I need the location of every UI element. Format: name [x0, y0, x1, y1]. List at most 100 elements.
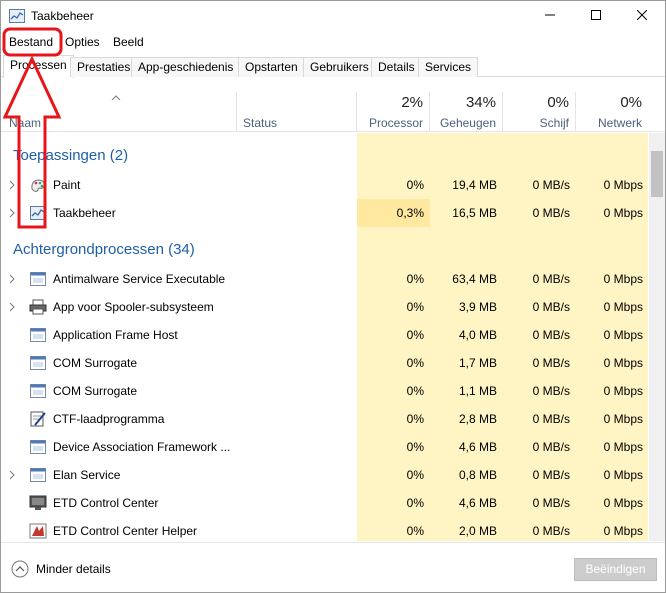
process-memory: 4,0 MB [458, 328, 497, 342]
process-cpu: 0% [406, 440, 424, 454]
process-disk: 0 MB/s [532, 300, 570, 314]
menu-view[interactable]: Beeld [113, 35, 144, 49]
process-network: 0 Mbps [603, 496, 643, 510]
tab-processes[interactable]: Processen [3, 55, 74, 78]
column-cpu[interactable]: 2% Processor [357, 92, 429, 132]
process-network: 0 Mbps [603, 468, 643, 482]
disk-label: Schijf [539, 116, 569, 130]
process-network: 0 Mbps [603, 440, 643, 454]
maximize-button[interactable] [573, 1, 619, 31]
process-row[interactable]: ETD Control Center 0% 4,6 MB 0 MB/s 0 Mbps [1, 489, 648, 517]
process-network: 0 Mbps [603, 524, 643, 538]
tab-services[interactable]: Services [418, 57, 479, 77]
process-cpu: 0% [406, 272, 424, 286]
end-task-button[interactable]: Beëindigen [574, 558, 657, 581]
etd-helper-icon [29, 523, 47, 539]
process-row[interactable]: COM Surrogate 0% 1,7 MB 0 MB/s 0 Mbps [1, 349, 648, 377]
process-disk: 0 MB/s [532, 496, 570, 510]
process-disk: 0 MB/s [532, 412, 570, 426]
disk-total: 0% [547, 94, 569, 111]
maximize-icon [591, 9, 601, 23]
process-row[interactable]: Device Association Framework ... 0% 4,6 MB… [1, 433, 648, 461]
window-title: Taakbeheer [31, 9, 94, 23]
service-window-icon [29, 439, 47, 455]
process-memory: 63,4 MB [452, 272, 497, 286]
process-disk: 0 MB/s [532, 468, 570, 482]
tab-startup[interactable]: Opstarten [238, 57, 305, 77]
close-icon [636, 9, 648, 23]
process-name: Elan Service [53, 468, 121, 482]
process-memory: 1,7 MB [458, 356, 497, 370]
chevron-right-icon[interactable] [9, 179, 15, 193]
tab-performance[interactable]: Prestaties [70, 57, 138, 77]
vertical-scrollbar[interactable] [649, 133, 665, 541]
menu-file[interactable]: Bestand [9, 35, 53, 49]
process-memory: 0,8 MB [458, 468, 497, 482]
process-cpu: 0% [406, 412, 424, 426]
process-memory: 16,5 MB [452, 206, 497, 220]
service-window-icon [29, 327, 47, 343]
process-cpu: 0% [406, 496, 424, 510]
process-memory: 2,0 MB [458, 524, 497, 538]
chevron-right-icon[interactable] [9, 273, 15, 287]
process-row[interactable]: Application Frame Host 0% 4,0 MB 0 MB/s 0 Mb… [1, 321, 648, 349]
process-cpu: 0% [406, 300, 424, 314]
process-list: Toepassingen (2) Paint 0% 19,4 MB 0 MB/s 0 Mb… [1, 133, 648, 541]
process-memory: 19,4 MB [452, 178, 497, 192]
task-manager-icon [9, 9, 25, 23]
menu-options[interactable]: Opties [65, 35, 100, 49]
process-network: 0 Mbps [603, 206, 643, 220]
task-manager-icon [29, 205, 47, 221]
group-title: Toepassingen (2) [13, 147, 129, 164]
cpu-label: Processor [368, 116, 423, 130]
process-cpu: 0% [406, 468, 424, 482]
title-bar[interactable]: Taakbeheer [1, 1, 665, 31]
column-memory[interactable]: 34% Geheugen [430, 92, 502, 132]
process-memory: 3,9 MB [458, 300, 497, 314]
column-name[interactable]: Naam [9, 116, 41, 130]
chevron-right-icon[interactable] [9, 207, 15, 221]
process-row[interactable]: Antimalware Service Executable 0% 63,4 MB 0… [1, 265, 648, 293]
chevron-up-circle-icon[interactable] [11, 560, 29, 581]
column-network[interactable]: 0% Netwerk [576, 92, 648, 132]
process-network: 0 Mbps [603, 412, 643, 426]
process-row[interactable]: Taakbeheer 0,3% 16,5 MB 0 MB/s 0 Mbps [1, 199, 648, 227]
column-status[interactable]: Status [243, 116, 277, 130]
scrollbar-thumb[interactable] [651, 151, 663, 197]
column-disk[interactable]: 0% Schijf [503, 92, 575, 132]
process-name: App voor Spooler-subsysteem [53, 300, 214, 314]
process-cpu: 0% [406, 356, 424, 370]
process-memory: 1,1 MB [458, 384, 497, 398]
process-name: CTF-laadprogramma [53, 412, 165, 426]
fewer-details-link[interactable]: Minder details [36, 562, 111, 576]
process-row[interactable]: App voor Spooler-subsysteem 0% 3,9 MB 0 MB/… [1, 293, 648, 321]
process-memory: 4,6 MB [458, 440, 497, 454]
process-disk: 0 MB/s [532, 206, 570, 220]
process-disk: 0 MB/s [532, 384, 570, 398]
process-network: 0 Mbps [603, 300, 643, 314]
process-disk: 0 MB/s [532, 356, 570, 370]
memory-total: 34% [465, 94, 496, 111]
process-network: 0 Mbps [603, 384, 643, 398]
process-row[interactable]: ETD Control Center Helper 0% 2,0 MB 0 MB/s 0… [1, 517, 648, 541]
tab-details[interactable]: Details [371, 57, 422, 77]
process-row[interactable]: COM Surrogate 0% 1,1 MB 0 MB/s 0 Mbps [1, 377, 648, 405]
tab-users[interactable]: Gebruikers [303, 57, 376, 77]
process-network: 0 Mbps [603, 356, 643, 370]
process-row[interactable]: Paint 0% 19,4 MB 0 MB/s 0 Mbps [1, 171, 648, 199]
close-button[interactable] [619, 1, 665, 31]
tab-bar: Processen Prestaties App-geschiedenis Op… [1, 55, 665, 78]
tab-app-history[interactable]: App-geschiedenis [131, 57, 241, 77]
chevron-right-icon[interactable] [9, 469, 15, 483]
process-row[interactable]: CTF-laadprogramma 0% 2,8 MB 0 MB/s 0 Mbps [1, 405, 648, 433]
chevron-right-icon[interactable] [9, 301, 15, 315]
process-name: Antimalware Service Executable [53, 272, 226, 286]
group-background: Achtergrondprocessen (34) [1, 227, 648, 265]
minimize-button[interactable] [527, 1, 573, 31]
process-disk: 0 MB/s [532, 272, 570, 286]
process-name: ETD Control Center [53, 496, 159, 510]
process-name: ETD Control Center Helper [53, 524, 198, 538]
process-row[interactable]: Elan Service 0% 0,8 MB 0 MB/s 0 Mbps [1, 461, 648, 489]
service-window-icon [29, 467, 47, 483]
task-manager-window: Taakbeheer Bestand Opties Beeld Processe… [0, 0, 666, 593]
